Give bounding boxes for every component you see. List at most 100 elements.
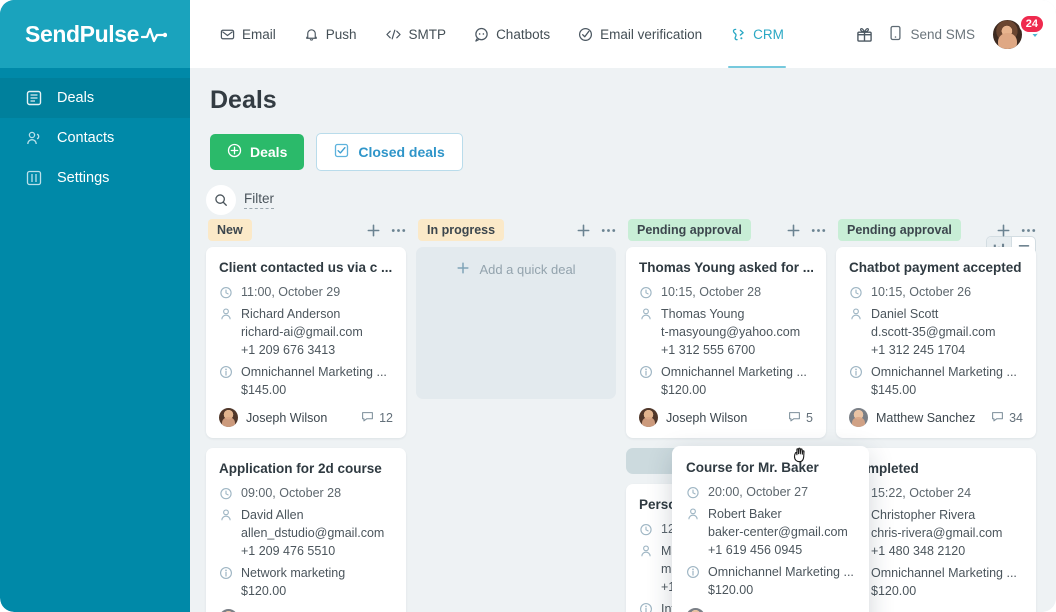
owner-avatar	[686, 608, 705, 612]
person-icon	[219, 508, 233, 522]
deal-card[interactable]: Chatbot payment accepted 10:15, October …	[836, 247, 1036, 438]
add-card-button[interactable]	[576, 223, 591, 238]
bell-icon	[304, 27, 319, 42]
column-menu-button[interactable]	[391, 228, 406, 233]
deals-button[interactable]: Deals	[210, 134, 305, 170]
deal-footer: Matthew Sanchez 34	[849, 408, 1023, 427]
info-circle-icon	[849, 365, 863, 379]
crm-icon	[730, 27, 746, 42]
owner-avatar	[849, 408, 868, 427]
deal-contact: Christopher Rivera	[871, 508, 976, 522]
filter-label[interactable]: Filter	[244, 191, 274, 209]
topnav-item-chatbots[interactable]: Chatbots	[460, 0, 564, 68]
sidebar-item-settings[interactable]: Settings	[0, 158, 190, 198]
plus-icon	[456, 261, 470, 278]
info-circle-icon	[219, 365, 233, 379]
deal-email: t-masyoung@yahoo.com	[661, 325, 801, 339]
deal-amount: $145.00	[241, 383, 287, 397]
send-sms-button[interactable]: Send SMS	[889, 25, 975, 44]
deal-email: d.scott-35@gmail.com	[871, 325, 996, 339]
deal-title: Course for Mr. Baker	[686, 460, 819, 475]
envelope-icon	[220, 27, 235, 42]
comment-icon	[991, 410, 1004, 426]
topnav-item-push[interactable]: Push	[290, 0, 371, 68]
deal-owner: Matthew Sanchez	[876, 410, 976, 425]
comment-count[interactable]: 5	[788, 410, 813, 426]
check-circle-icon	[578, 27, 593, 42]
comment-count-value: 34	[1009, 410, 1023, 425]
deal-email: allen_dstudio@gmail.com	[241, 526, 385, 540]
deal-title: Chatbot payment accepted	[849, 260, 1022, 275]
topnav-label: CRM	[753, 26, 784, 42]
column-title-chip: Pending approval	[838, 219, 961, 241]
column-menu-button[interactable]	[1021, 228, 1036, 233]
add-quick-deal-dropzone[interactable]: Add a quick deal	[416, 247, 616, 399]
comment-count[interactable]: 34	[991, 410, 1023, 426]
deal-phone: +1 619 456 0945	[708, 543, 803, 557]
grabbing-hand-cursor	[789, 443, 813, 467]
deal-email: chris-rivera@gmail.com	[871, 526, 1003, 540]
sidebar-item-label: Contacts	[57, 130, 115, 146]
brand-name: SendPulse	[25, 20, 139, 47]
topnav-label: SMTP	[408, 26, 447, 42]
add-card-button[interactable]	[996, 223, 1011, 238]
info-circle-icon	[639, 365, 653, 379]
info-circle-icon	[639, 602, 653, 612]
add-card-button[interactable]	[366, 223, 381, 238]
gift-icon[interactable]	[856, 26, 873, 43]
comment-count-value: 12	[379, 410, 393, 425]
deal-card[interactable]: Application for 2d course 09:00, October…	[206, 448, 406, 612]
topnav: Email Push SMTP Chatbots Email verificat…	[190, 0, 798, 68]
plus-circle-icon	[227, 143, 242, 161]
deal-contact: Daniel Scott	[871, 307, 939, 321]
filter-row: Filter	[206, 185, 1056, 215]
column-menu-button[interactable]	[601, 228, 616, 233]
person-icon	[639, 544, 653, 558]
dragged-deal-card[interactable]: Course for Mr. Baker 20:00, October 27 R…	[672, 446, 869, 612]
deal-card[interactable]: Client contacted us via c ... 11:00, Oct…	[206, 247, 406, 438]
action-buttons-row: Deals Closed deals	[210, 133, 1056, 171]
deal-contact: David Allen	[241, 508, 304, 522]
deal-title: Application for 2d course	[219, 461, 382, 476]
deal-source: Network marketing	[241, 566, 346, 580]
column-header: New	[206, 213, 416, 247]
list-board-icon	[25, 89, 43, 107]
closed-deals-button[interactable]: Closed deals	[316, 133, 463, 171]
deal-title: Client contacted us via c ...	[219, 260, 393, 275]
deal-email: richard-ai@gmail.com	[241, 325, 363, 339]
comment-count[interactable]: 12	[361, 410, 393, 426]
column-header: In progress	[416, 213, 626, 247]
topnav-item-email-verification[interactable]: Email verification	[564, 0, 716, 68]
deal-amount: $120.00	[708, 583, 754, 597]
deal-card[interactable]: Thomas Young asked for ... 10:15, Octobe…	[626, 247, 826, 438]
add-quick-deal-label: Add a quick deal	[479, 262, 576, 277]
topnav-item-smtp[interactable]: SMTP	[371, 0, 461, 68]
column-title-chip: New	[208, 219, 252, 241]
deal-time: 20:00, October 27	[708, 485, 809, 499]
contacts-icon	[25, 129, 43, 147]
pulse-wave-icon	[141, 25, 167, 43]
checkbox-icon	[334, 143, 349, 161]
column-menu-button[interactable]	[811, 228, 826, 233]
comment-count-value: 5	[806, 410, 813, 425]
deal-email: baker-center@gmail.com	[708, 525, 848, 539]
person-icon	[219, 307, 233, 321]
deal-time: 09:00, October 28	[241, 486, 342, 500]
deal-contact: Robert Baker	[708, 507, 782, 521]
sidebar-item-contacts[interactable]: Contacts	[0, 118, 190, 158]
sidebar-item-deals[interactable]: Deals	[0, 78, 190, 118]
owner-avatar	[219, 408, 238, 427]
search-icon[interactable]	[206, 185, 236, 215]
deal-amount: $120.00	[241, 584, 287, 598]
person-icon	[686, 507, 700, 521]
brand-logo[interactable]: SendPulse	[0, 0, 190, 68]
column-header: Pending approval	[836, 213, 1046, 247]
column-header: Pending approval	[626, 213, 836, 247]
sliders-icon	[25, 169, 43, 187]
add-card-button[interactable]	[786, 223, 801, 238]
topnav-item-crm[interactable]: CRM	[716, 0, 798, 68]
topnav-item-email[interactable]: Email	[206, 0, 290, 68]
clock-chat-icon	[849, 286, 863, 300]
user-menu[interactable]: 24	[991, 13, 1045, 51]
topnav-label: Email	[242, 26, 276, 42]
